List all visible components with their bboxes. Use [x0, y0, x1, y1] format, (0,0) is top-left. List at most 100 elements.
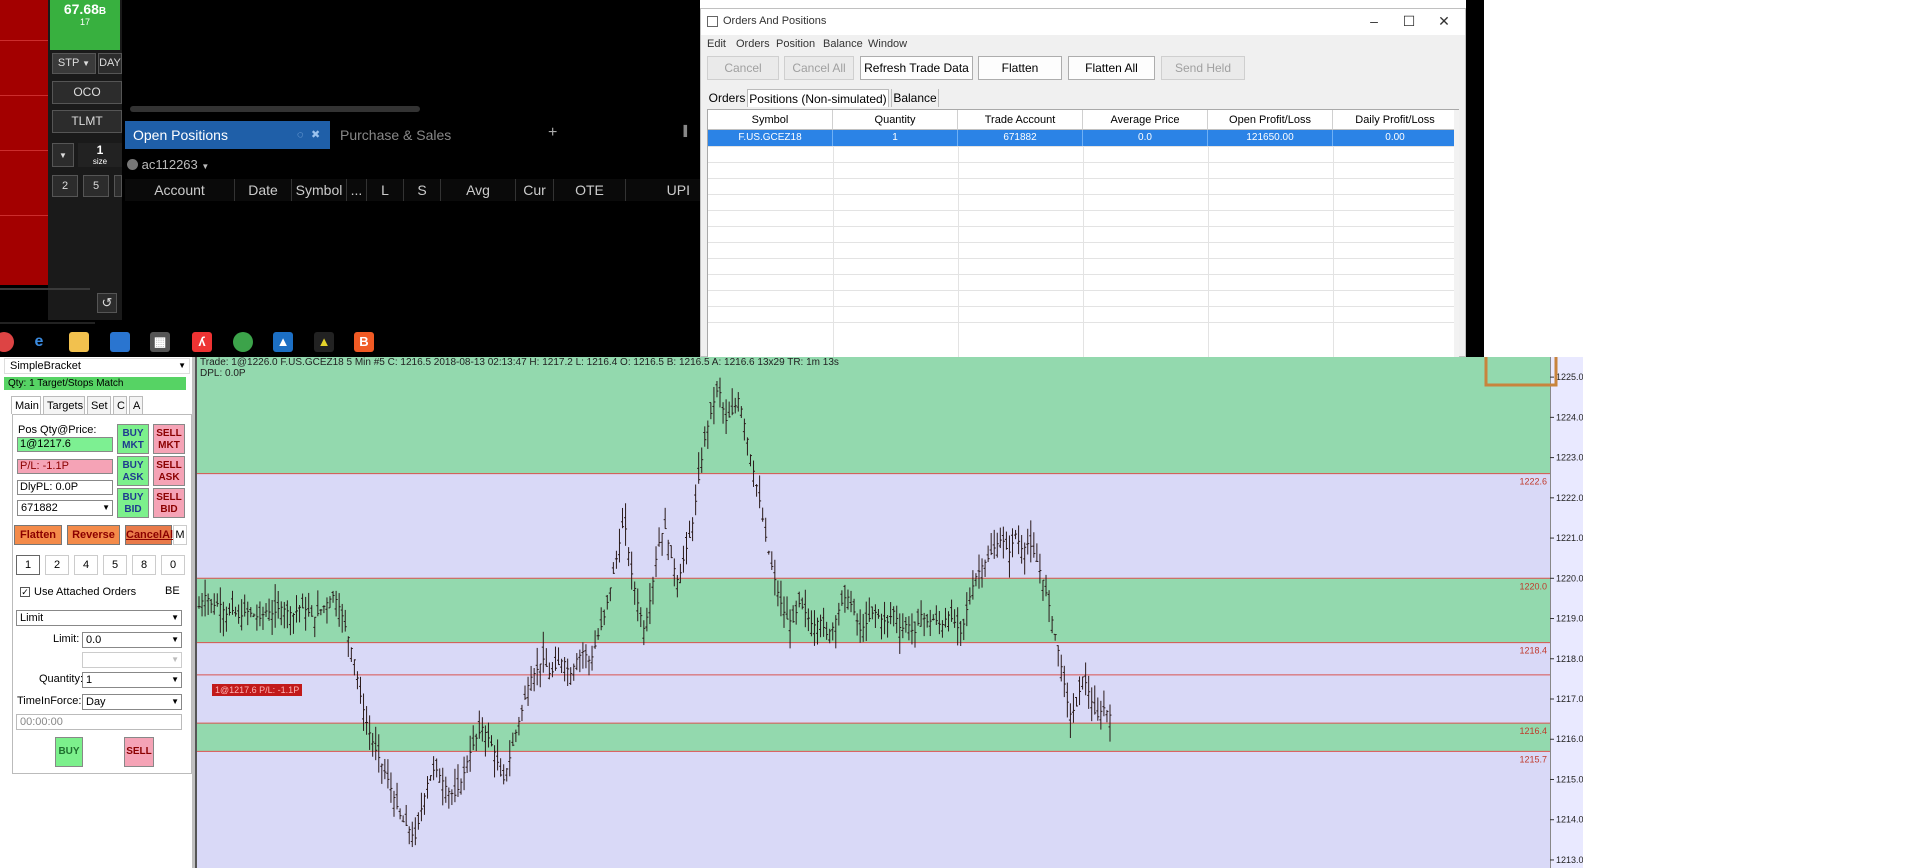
quick-size-2-button[interactable]: 2: [52, 175, 78, 197]
tab-c[interactable]: C: [113, 396, 127, 414]
col-quantity[interactable]: Quantity: [833, 110, 958, 130]
col-cur[interactable]: Cur: [516, 179, 554, 201]
menu-orders[interactable]: Orders: [736, 38, 770, 50]
col-trade-account[interactable]: Trade Account: [958, 110, 1083, 130]
table-cell[interactable]: 0.0: [1083, 130, 1208, 146]
menu-edit[interactable]: Edit: [707, 38, 726, 50]
table-cell[interactable]: 1: [833, 130, 958, 146]
use-attached-checkbox[interactable]: ✓: [20, 587, 30, 597]
col-upi[interactable]: UPI: [626, 179, 700, 201]
tif-dropdown[interactable]: Day ▼: [82, 694, 182, 710]
resize-grip-icon[interactable]: ▐: [680, 126, 687, 142]
col-account[interactable]: Account: [125, 179, 235, 201]
edge-icon[interactable]: e: [29, 332, 49, 352]
tlmt-button[interactable]: TLMT: [52, 110, 122, 133]
size-decrease-button[interactable]: ▼: [52, 143, 74, 167]
cancel-all-button[interactable]: CancelAll: [125, 525, 176, 545]
account-selector[interactable]: ac112263 ▼: [127, 156, 277, 174]
tab-balance[interactable]: Balance: [891, 89, 939, 107]
buy-button[interactable]: BUY: [55, 737, 83, 767]
flatten-all-button[interactable]: Flatten All: [1068, 56, 1155, 80]
buy-mkt-button[interactable]: BUY MKT: [117, 424, 149, 454]
brave-icon[interactable]: B: [354, 332, 374, 352]
size-field[interactable]: 1 size: [78, 143, 122, 167]
calculator-icon[interactable]: ▦: [150, 332, 170, 352]
quick-size-5-button[interactable]: 5: [83, 175, 109, 197]
table-cell[interactable]: 121650.00: [1208, 130, 1333, 146]
col-daily-pl[interactable]: Daily Profit/Loss: [1333, 110, 1458, 130]
cancel-all-button[interactable]: Cancel All: [784, 56, 854, 80]
col-ote[interactable]: OTE: [554, 179, 626, 201]
qty-0-button[interactable]: 0: [161, 555, 185, 575]
menu-balance[interactable]: Balance: [823, 38, 863, 50]
bid-price-tile[interactable]: 67.68B 17: [50, 0, 120, 50]
globe-icon[interactable]: [233, 332, 253, 352]
col-symbol[interactable]: Symbol: [292, 179, 347, 201]
tab-set[interactable]: Set: [87, 396, 111, 414]
vertical-scrollbar[interactable]: [1454, 110, 1459, 357]
acrobat-icon[interactable]: ʎ: [192, 332, 212, 352]
price-chart[interactable]: 1225.0 1224.0 1223.0 1222.0 1221.0 1220.0 1219…: [195, 357, 1583, 868]
order-type-dropdown[interactable]: STP ▼: [52, 53, 96, 74]
oco-button[interactable]: OCO: [52, 81, 122, 104]
table-cell[interactable]: F.US.GCEZ18: [708, 130, 833, 146]
menu-position[interactable]: Position: [776, 38, 815, 50]
qty-1-button[interactable]: 1: [16, 555, 40, 575]
time-input[interactable]: 00:00:00: [16, 714, 182, 730]
maximize-icon[interactable]: ☐: [1394, 11, 1424, 31]
col-long[interactable]: L: [367, 179, 404, 201]
strategy-dropdown[interactable]: SimpleBracket ▼: [4, 358, 190, 374]
col-more[interactable]: ...: [347, 179, 367, 201]
tab-orders[interactable]: Orders: [707, 89, 747, 107]
buy-bid-button[interactable]: BUY BID: [117, 488, 149, 518]
store-icon[interactable]: [110, 332, 130, 352]
menu-window[interactable]: Window: [868, 38, 907, 50]
cancel-button[interactable]: Cancel: [707, 56, 779, 80]
app-icon[interactable]: ▲: [273, 332, 293, 352]
tab-targets[interactable]: Targets: [43, 396, 85, 414]
be-button[interactable]: BE: [165, 585, 180, 597]
buy-ask-button[interactable]: BUY ASK: [117, 456, 149, 486]
table-cell[interactable]: 671882: [958, 130, 1083, 146]
explorer-icon[interactable]: [69, 332, 89, 352]
col-open-pl[interactable]: Open Profit/Loss: [1208, 110, 1333, 130]
table-cell[interactable]: 0.00: [1333, 130, 1458, 146]
refresh-trade-data-button[interactable]: Refresh Trade Data: [860, 56, 973, 80]
qty-8-button[interactable]: 8: [132, 555, 156, 575]
position-tag[interactable]: 1@1217.6 P/L: -1.1P: [212, 684, 303, 696]
tab-main[interactable]: Main: [11, 396, 41, 414]
flatten-button[interactable]: Flatten: [14, 525, 62, 545]
sell-mkt-button[interactable]: SELL MKT: [153, 424, 185, 454]
sell-button[interactable]: SELL: [124, 737, 154, 767]
horizontal-scrollbar[interactable]: [130, 106, 420, 112]
mt-icon[interactable]: ▲: [314, 332, 334, 352]
limit-input[interactable]: 0.0 ▼: [82, 632, 182, 648]
send-held-button[interactable]: Send Held: [1161, 56, 1245, 80]
qty-4-button[interactable]: 4: [74, 555, 98, 575]
tab-close-icon[interactable]: ✖: [311, 121, 320, 149]
col-avg[interactable]: Avg: [441, 179, 516, 201]
add-tab-button[interactable]: +: [548, 122, 566, 144]
account-dropdown[interactable]: 671882 ▼: [17, 500, 113, 516]
quick-size-more-button[interactable]: [114, 175, 122, 197]
order-type-dropdown[interactable]: Limit ▼: [16, 610, 182, 626]
tab-open-positions[interactable]: Open Positions ◌ ✖: [125, 121, 330, 149]
col-symbol[interactable]: Symbol: [708, 110, 833, 130]
sell-bid-button[interactable]: SELL BID: [153, 488, 185, 518]
m-button[interactable]: M: [173, 525, 187, 545]
tab-purchase-sales[interactable]: Purchase & Sales: [340, 121, 540, 149]
qty-2-button[interactable]: 2: [45, 555, 69, 575]
minimize-icon[interactable]: –: [1359, 11, 1389, 31]
sell-ask-button[interactable]: SELL ASK: [153, 456, 185, 486]
stop-input[interactable]: ▼: [82, 652, 182, 668]
close-icon[interactable]: ✕: [1429, 11, 1459, 31]
reverse-button[interactable]: Reverse: [67, 525, 120, 545]
tif-dropdown[interactable]: DAY: [98, 53, 122, 74]
quantity-input[interactable]: 1 ▼: [82, 672, 182, 688]
chrome-icon[interactable]: [0, 332, 14, 352]
reset-icon[interactable]: ↺: [97, 293, 117, 313]
col-date[interactable]: Date: [235, 179, 292, 201]
tab-refresh-icon[interactable]: ◌: [297, 121, 304, 149]
tab-a[interactable]: A: [129, 396, 143, 414]
qty-5-button[interactable]: 5: [103, 555, 127, 575]
